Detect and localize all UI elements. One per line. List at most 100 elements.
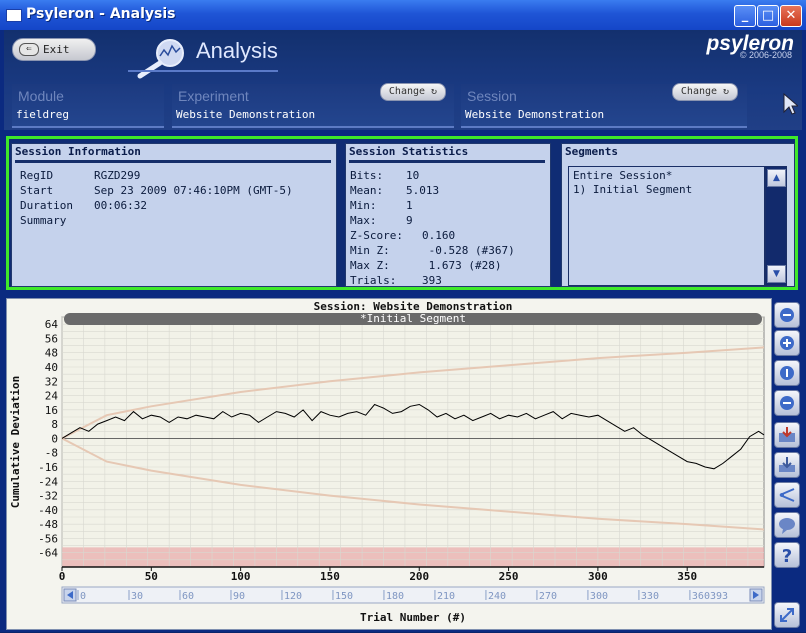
- scrollbar-tick-label: 180: [386, 591, 404, 602]
- y-tick-label: -64: [38, 547, 58, 560]
- stat-key: Mean:: [350, 184, 384, 197]
- segment-cut-button[interactable]: [774, 482, 800, 508]
- segments-panel: Segments Entire Session* 1) Initial Segm…: [561, 143, 795, 287]
- zoom-horizontal-out-button[interactable]: [774, 330, 800, 356]
- experiment-label: Experiment: [178, 88, 249, 104]
- y-tick-label: 40: [45, 361, 58, 374]
- close-button[interactable]: ✕: [780, 5, 802, 27]
- y-tick-label: -24: [38, 475, 58, 488]
- y-tick-label: -56: [38, 532, 58, 545]
- experiment-value: Website Demonstration: [176, 108, 316, 121]
- stat-value: 1.673 (#28): [422, 259, 502, 272]
- list-item[interactable]: 1) Initial Segment: [573, 183, 692, 196]
- help-button[interactable]: ?: [774, 542, 800, 568]
- application-window: Psyleron - Analysis _ □ ✕ ⇐ Exit Analysi…: [0, 0, 806, 632]
- stat-key: Max Z:: [350, 259, 390, 272]
- y-tick-label: -16: [38, 461, 58, 474]
- y-tick-label: 48: [45, 347, 58, 360]
- info-section: Session Information RegID RGZD299 Start Sep…: [6, 136, 798, 290]
- zoom-out-vertical-icon: [780, 396, 794, 410]
- copyright-text: © 2006-2008: [739, 50, 792, 60]
- title-underline: [128, 70, 278, 72]
- zoom-vertical-out-button[interactable]: [774, 390, 800, 416]
- divider: [15, 160, 331, 163]
- list-item[interactable]: Entire Session*: [573, 169, 672, 182]
- panel-title: Session Information: [15, 145, 141, 158]
- scissors-icon: [779, 488, 795, 502]
- info-value: RGZD299: [94, 169, 141, 182]
- stat-value: 10: [406, 169, 420, 182]
- info-key: Duration: [20, 199, 73, 212]
- stat-key: Z-Score:: [350, 229, 403, 242]
- y-tick-label: 32: [45, 375, 58, 388]
- x-tick-label: 250: [499, 570, 519, 583]
- cursor-arrow-icon: [783, 92, 798, 115]
- divider: [12, 126, 164, 128]
- comment-button[interactable]: [774, 512, 800, 538]
- segments-scrollbar[interactable]: ▲ ▼: [765, 166, 787, 286]
- download-button[interactable]: [774, 452, 800, 478]
- y-tick-label: -40: [38, 504, 58, 517]
- y-axis-label: Cumulative Deviation: [9, 376, 22, 508]
- scrollbar-tick-label: 150: [335, 591, 353, 602]
- x-tick-label: 100: [231, 570, 251, 583]
- warning-band: [62, 547, 764, 567]
- segment-label: *Initial Segment: [360, 312, 466, 325]
- window-title: Psyleron - Analysis: [26, 6, 176, 22]
- panel-title: Segments: [565, 145, 618, 158]
- stat-value: 1: [406, 199, 413, 212]
- change-experiment-label: Change: [388, 86, 426, 97]
- zoom-in-horizontal-icon: [780, 308, 794, 322]
- scrollbar-tick-label: 60: [182, 591, 194, 602]
- stat-key: Bits:: [350, 169, 384, 182]
- y-tick-label: 24: [45, 390, 59, 403]
- x-tick-label: 300: [588, 570, 608, 583]
- info-key: RegID: [20, 169, 54, 182]
- y-tick-label: 8: [51, 418, 58, 431]
- x-tick-label: 350: [677, 570, 697, 583]
- info-key: Start: [20, 184, 54, 197]
- zoom-vertical-in-button[interactable]: [774, 360, 800, 386]
- scroll-up-button[interactable]: ▲: [767, 169, 786, 187]
- stat-key: Trials:: [350, 274, 397, 287]
- module-value: fieldreg: [16, 108, 69, 121]
- change-session-label: Change: [680, 86, 718, 97]
- stat-key: Max:: [350, 214, 377, 227]
- question-mark-icon: ?: [782, 546, 792, 565]
- stat-value: -0.528 (#367): [422, 244, 515, 257]
- resize-button[interactable]: [774, 602, 800, 628]
- divider: [461, 126, 747, 128]
- change-experiment-button[interactable]: Change ↻: [380, 83, 446, 101]
- divider: [172, 126, 454, 128]
- page-title: Analysis: [196, 38, 278, 63]
- x-axis-label: Trial Number (#): [360, 611, 466, 624]
- panel-title: Session Statistics: [349, 145, 469, 158]
- y-tick-label: 64: [45, 318, 59, 331]
- maximize-button[interactable]: □: [757, 5, 779, 27]
- minimize-button[interactable]: _: [734, 5, 756, 27]
- export-image-button[interactable]: [774, 422, 800, 448]
- scrollbar-tick-label: 210: [437, 591, 455, 602]
- app-window-icon: [6, 9, 22, 22]
- change-session-button[interactable]: Change ↻: [672, 83, 738, 101]
- segments-list[interactable]: Entire Session* 1) Initial Segment: [568, 166, 765, 286]
- info-value: Sep 23 2009 07:46:10PM (GMT-5): [94, 184, 293, 197]
- session-information-panel: Session Information RegID RGZD299 Start Sep…: [11, 143, 337, 287]
- zoom-horizontal-in-button[interactable]: [774, 302, 800, 328]
- exit-button[interactable]: ⇐ Exit: [12, 38, 96, 61]
- y-tick-label: 56: [45, 332, 58, 345]
- session-value: Website Demonstration: [465, 108, 605, 121]
- zoom-in-vertical-icon: [780, 366, 794, 380]
- back-arrow-icon: ⇐: [19, 43, 39, 56]
- title-bar[interactable]: Psyleron - Analysis _ □ ✕: [0, 0, 806, 30]
- scroll-down-button[interactable]: ▼: [767, 265, 786, 283]
- divider: [349, 160, 545, 163]
- scrollbar-tick-label: 240: [488, 591, 506, 602]
- chart-panel: *Initial Segment Session: Website Demonst…: [6, 298, 772, 630]
- scrollbar-tick-label: 300: [590, 591, 608, 602]
- app-header: ⇐ Exit Analysis psyleron © 2006-2008 Mod…: [4, 30, 802, 130]
- cumulative-deviation-chart[interactable]: *Initial SegmentSession: Website Demonst…: [7, 299, 771, 629]
- stat-key: Min Z:: [350, 244, 390, 257]
- x-tick-label: 50: [145, 570, 158, 583]
- y-tick-label: -8: [45, 447, 58, 460]
